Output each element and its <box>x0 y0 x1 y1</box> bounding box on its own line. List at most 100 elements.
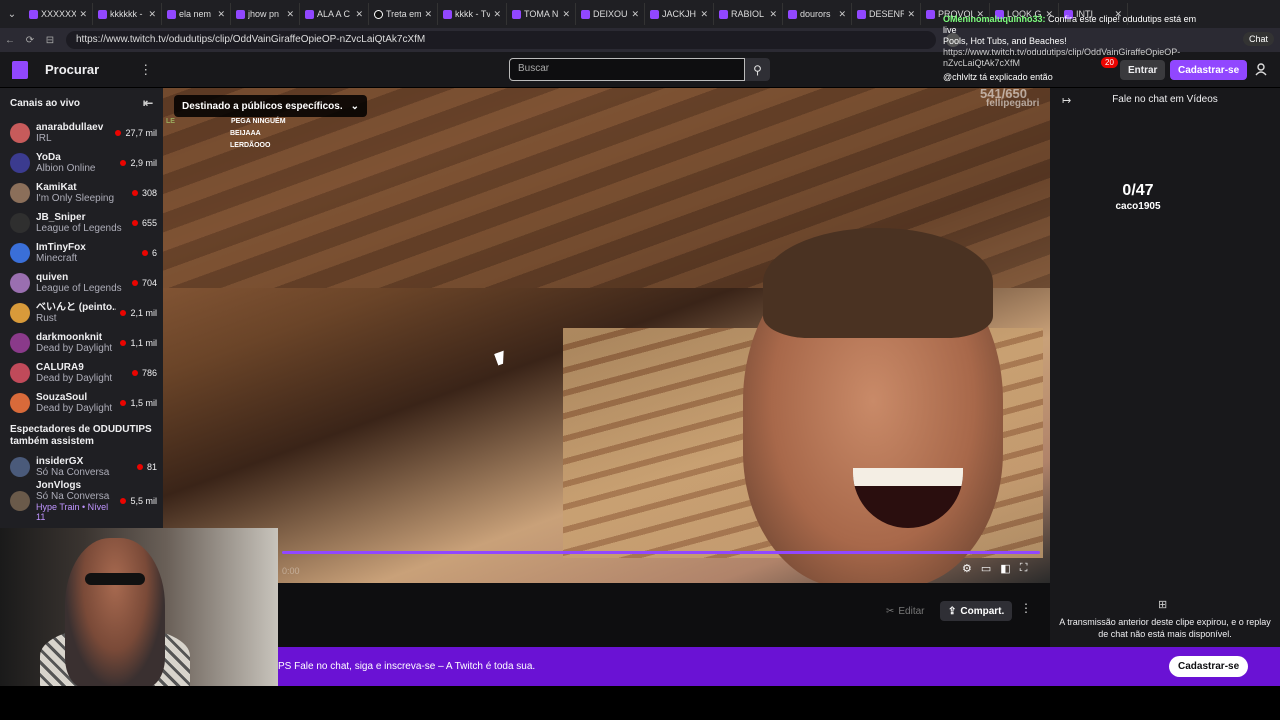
close-tab-icon[interactable]: ✕ <box>838 9 846 20</box>
channel-game: Só Na Conversa <box>36 491 110 502</box>
tab-label: jhow pn <box>248 9 280 19</box>
video-time: 0:00 <box>282 566 300 576</box>
viewer-count: 6 <box>151 248 157 258</box>
sidebar-channel[interactable]: darkmoonknit Dead by Daylight 1,1 mil <box>0 328 163 358</box>
browser-tab[interactable]: DESENR ✕ <box>852 3 921 25</box>
close-tab-icon[interactable]: ✕ <box>700 9 708 20</box>
close-tab-icon[interactable]: ✕ <box>148 9 156 20</box>
url-field[interactable]: https://www.twitch.tv/odudutips/clip/Odd… <box>66 31 936 49</box>
live-dot-icon <box>136 464 143 470</box>
collapse-sidebar-icon[interactable]: ⇤ <box>143 96 153 110</box>
close-tab-icon[interactable]: ✕ <box>562 9 570 20</box>
close-tab-icon[interactable]: ✕ <box>631 9 639 20</box>
overlay-chat-message: PEGA NINGUÉM <box>230 118 286 125</box>
chevron-down-icon: ⌄ <box>350 100 359 112</box>
browser-tab[interactable]: ela nem ✕ <box>162 3 231 25</box>
browser-tab[interactable]: dourors ✕ <box>783 3 852 25</box>
browser-tab[interactable]: TOMA N ✕ <box>507 3 576 25</box>
browse-link[interactable]: Procurar <box>45 62 99 77</box>
theatre-mode-icon[interactable]: ▭ <box>981 562 991 575</box>
viewer-count: 1,5 mil <box>130 398 157 408</box>
channel-game: IRL <box>36 133 52 144</box>
close-tab-icon[interactable]: ✕ <box>286 9 294 20</box>
sidebar-channel[interactable]: JB_Sniper League of Legends 655 <box>0 208 163 238</box>
tab-label: DEIXOU <box>593 9 628 19</box>
sidebar-channel[interactable]: KamiKat I'm Only Sleeping 308 <box>0 178 163 208</box>
overlay-chat-user: LE <box>166 118 175 125</box>
webcam-person-sunglasses <box>85 573 145 585</box>
twitch-icon <box>857 9 866 19</box>
fullscreen-icon[interactable]: ⛶ <box>1020 562 1028 575</box>
twitch-logo-icon[interactable] <box>12 60 28 79</box>
close-tab-icon[interactable]: ✕ <box>493 9 501 20</box>
live-dot-icon <box>120 160 127 166</box>
tab-label: dourors <box>800 9 831 19</box>
channel-name: CALURA9 <box>36 362 84 373</box>
more-menu-icon[interactable]: ⋮ <box>139 62 152 78</box>
sidebar-channel[interactable]: insiderGX Só Na Conversa 81 <box>0 452 163 482</box>
browser-tab[interactable]: RABIOL ✕ <box>714 3 783 25</box>
tab-list-chevron-icon[interactable]: ⌄ <box>0 0 24 28</box>
browser-chat-chip[interactable]: Chat <box>1242 32 1274 46</box>
hype-train-label: Hype Train • Nível 11 <box>36 502 109 522</box>
edit-button[interactable]: ✂ Editar <box>880 601 931 621</box>
sidebar-channel[interactable]: べいんと (peinto... Rust 2,1 mil <box>0 298 163 328</box>
sidebar-toggle-icon[interactable]: ◧ <box>1000 562 1010 575</box>
close-tab-icon[interactable]: ✕ <box>769 9 777 20</box>
video-overlay-chat: LE PEGA NINGUÉM BEIJAAA LERDÃOOO <box>166 116 286 152</box>
avatar <box>10 491 30 511</box>
screen-bottom-strip <box>0 686 1280 720</box>
browser-tab[interactable]: JACKJH ✕ <box>645 3 714 25</box>
search-icon: ⚲ <box>753 62 762 77</box>
browser-tab[interactable]: DEIXOU ✕ <box>576 3 645 25</box>
share-button[interactable]: ⇪ Compart. <box>940 601 1013 621</box>
search-input[interactable]: Buscar <box>509 58 745 81</box>
channel-game: Minecraft <box>36 253 78 264</box>
sidebar-title: Canais ao vivo <box>10 97 81 109</box>
browser-tab[interactable]: jhow pn ✕ <box>231 3 300 25</box>
sidebar-channel[interactable]: YoDa Albion Online 2,9 mil <box>0 148 163 178</box>
sidebar-channel[interactable]: quiven League of Legends 704 <box>0 268 163 298</box>
close-tab-icon[interactable]: ✕ <box>79 9 87 20</box>
banner-text: PS Fale no chat, siga e inscreva-se – A … <box>278 661 536 672</box>
channel-name: べいんと (peinto... <box>36 302 117 313</box>
twitch-icon <box>788 9 797 19</box>
avatar <box>10 153 30 173</box>
sidebar-channel[interactable]: anarabdullaev IRL 27,7 mil <box>0 118 163 148</box>
sidebar-channel[interactable]: JonVlogs Só Na Conversa Hype Train • Nível… <box>0 480 163 522</box>
channel-name: JonVlogs <box>36 480 82 491</box>
more-options-icon[interactable]: ⋮ <box>1020 601 1032 615</box>
tab-label: kkkkkk - <box>110 9 143 19</box>
browser-tab[interactable]: kkkk - Tv ✕ <box>438 3 507 25</box>
close-tab-icon[interactable]: ✕ <box>355 9 363 20</box>
tab-label: TOMA N <box>524 9 559 19</box>
close-tab-icon[interactable]: ✕ <box>907 9 915 20</box>
sidebar-channel[interactable]: SouzaSoul Dead by Daylight 1,5 mil <box>0 388 163 418</box>
reload-icon[interactable]: ⟳ <box>20 35 40 46</box>
twitch-icon <box>650 9 659 19</box>
banner-signup-button[interactable]: Cadastrar-se <box>1169 656 1249 677</box>
close-tab-icon[interactable]: ✕ <box>424 9 432 20</box>
sidebar-channel[interactable]: CALURA9 Dead by Daylight 786 <box>0 358 163 388</box>
sidebar-channel[interactable]: ImTinyFox Minecraft 6 <box>0 238 163 268</box>
search-button[interactable]: ⚲ <box>745 58 770 81</box>
browser-tab[interactable]: Treta em ✕ <box>369 3 438 25</box>
video-player[interactable] <box>163 88 1050 583</box>
user-icon[interactable] <box>1254 62 1268 76</box>
browser-tab[interactable]: kkkkkk - ✕ <box>93 3 162 25</box>
browser-tab[interactable]: ALA A C ✕ <box>300 3 369 25</box>
twitch-icon <box>926 9 935 19</box>
overlay-chat-line: LE PEGA NINGUÉM <box>166 116 286 128</box>
twitch-icon <box>167 9 176 19</box>
viewer-count: 704 <box>141 278 157 288</box>
close-tab-icon[interactable]: ✕ <box>217 9 225 20</box>
overlay-chat-message: BEIJAAA <box>230 130 261 137</box>
avatar <box>10 273 30 293</box>
browser-tab[interactable]: XXXXXX ✕ <box>24 3 93 25</box>
content-classification-badge[interactable]: Destinado a públicos específicos. ⌄ <box>174 95 367 117</box>
settings-gear-icon[interactable]: ⚙ <box>962 562 972 575</box>
back-icon[interactable]: ← <box>0 35 20 46</box>
video-progress-bar[interactable] <box>282 551 1040 554</box>
chat-counter: 0/47 <box>1122 182 1154 199</box>
site-info-icon[interactable]: ⊟ <box>40 35 60 46</box>
